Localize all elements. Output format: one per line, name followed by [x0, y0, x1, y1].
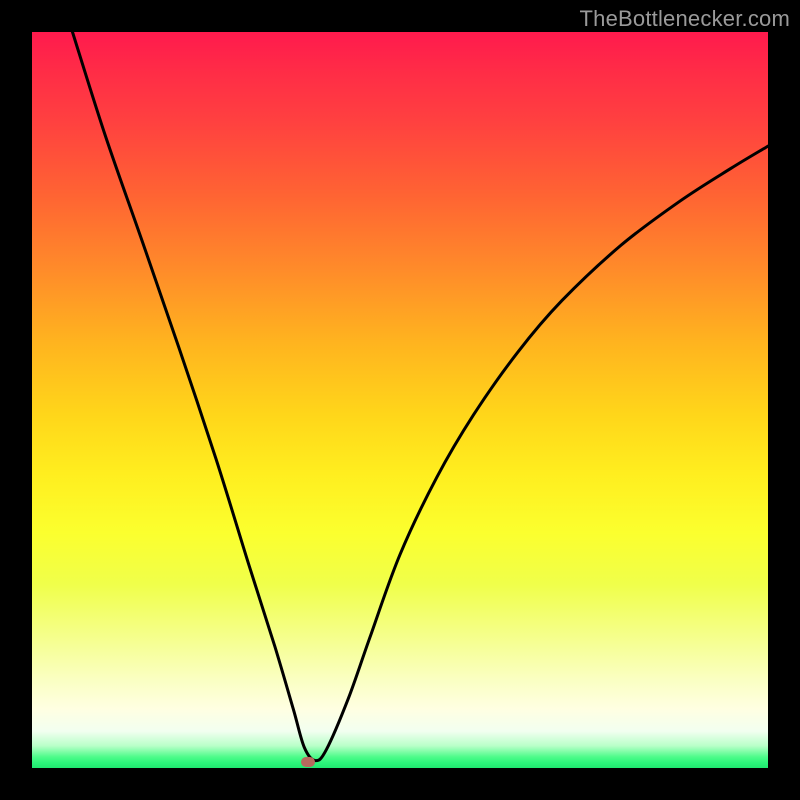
attribution-label: TheBottlenecker.com: [580, 6, 790, 32]
bottleneck-curve: [32, 32, 768, 768]
plot-area: [32, 32, 768, 768]
chart-frame: TheBottlenecker.com: [0, 0, 800, 800]
optimal-point-marker: [301, 757, 315, 767]
